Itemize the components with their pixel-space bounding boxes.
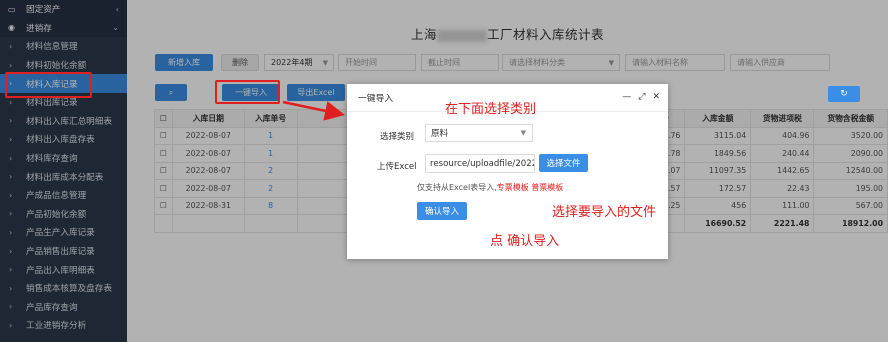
refresh-button[interactable]: ↻ [828,86,860,102]
annotation-click-confirm: 点 确认导入 [490,234,560,249]
category-label: 选择类别 [380,132,415,142]
choose-file-button[interactable]: 选择文件 [539,154,588,172]
dialog-category-select[interactable]: 原料 ▼ [425,124,533,142]
minimize-icon[interactable]: — [622,92,631,102]
dialog-tools: — ⤢ ✕ [622,92,660,102]
upload-label: 上传Excel [377,162,417,172]
highlight-box-sidebar [5,72,92,98]
refresh-icon: ↻ [840,89,848,99]
chevron-down-icon: ▼ [520,129,526,137]
close-icon[interactable]: ✕ [652,92,660,102]
highlight-box-import [215,80,280,104]
maximize-icon[interactable]: ⤢ [638,92,645,102]
vat-template-link[interactable]: 专票模板 [497,183,529,192]
annotation-select-category: 在下面选择类别 [445,102,537,117]
normal-template-link[interactable]: 普票模板 [531,183,563,192]
import-note: 仅支持从Excel表导入,专票模板 普票模板 [417,183,564,192]
file-path-input[interactable]: resource/uploadfile/20220 [425,154,535,173]
confirm-import-button[interactable]: 确认导入 [417,202,467,220]
annotation-select-file: 选择要导入的文件 [552,205,657,220]
